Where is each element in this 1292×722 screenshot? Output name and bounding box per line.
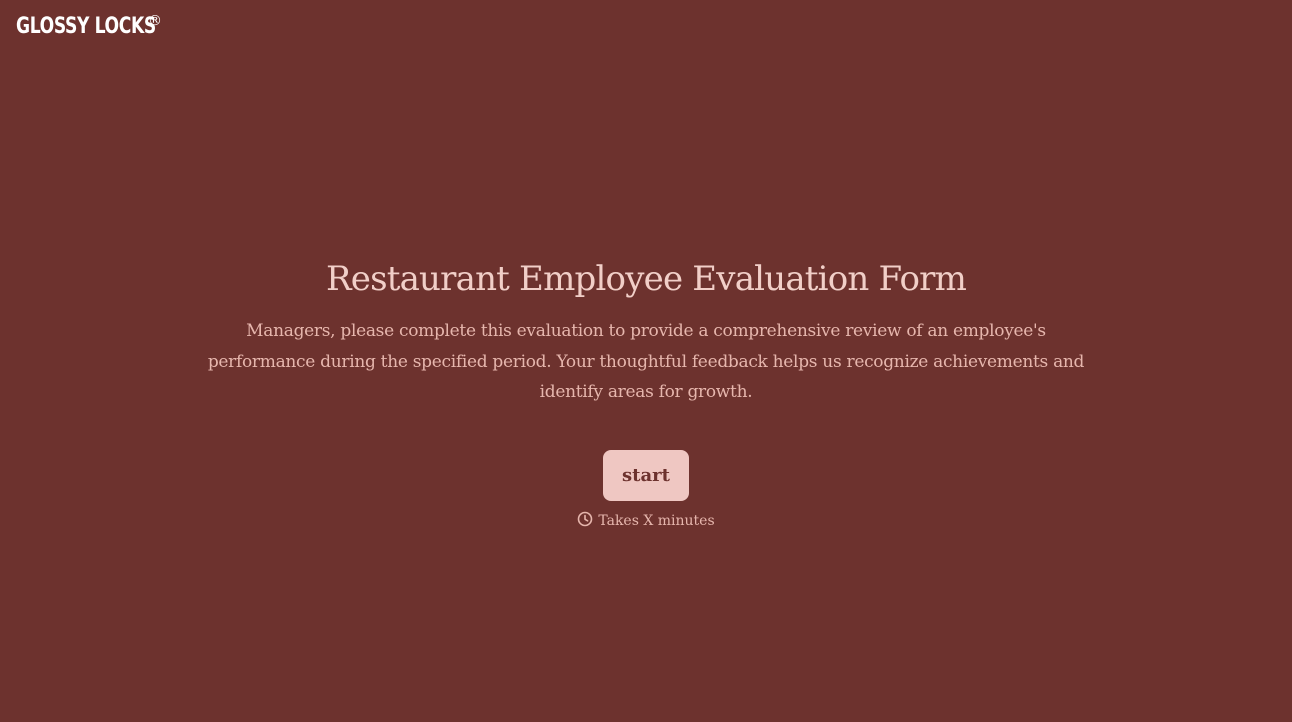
time-estimate-label: Takes X minutes [598,512,715,529]
form-description: Managers, please complete this evaluatio… [207,321,1085,402]
brand-name: GLOSSY LOCKS [16,14,156,39]
time-estimate: Takes X minutes [0,511,1292,531]
registered-mark: ® [148,13,162,29]
form-title: Restaurant Employee Evaluation Form [325,259,967,299]
clock-icon [577,511,593,527]
brand-logo: GLOSSY LOCKS ® [16,12,195,42]
welcome-screen: Restaurant Employee Evaluation Form Mana… [0,254,1292,531]
start-button[interactable]: start [603,449,689,501]
